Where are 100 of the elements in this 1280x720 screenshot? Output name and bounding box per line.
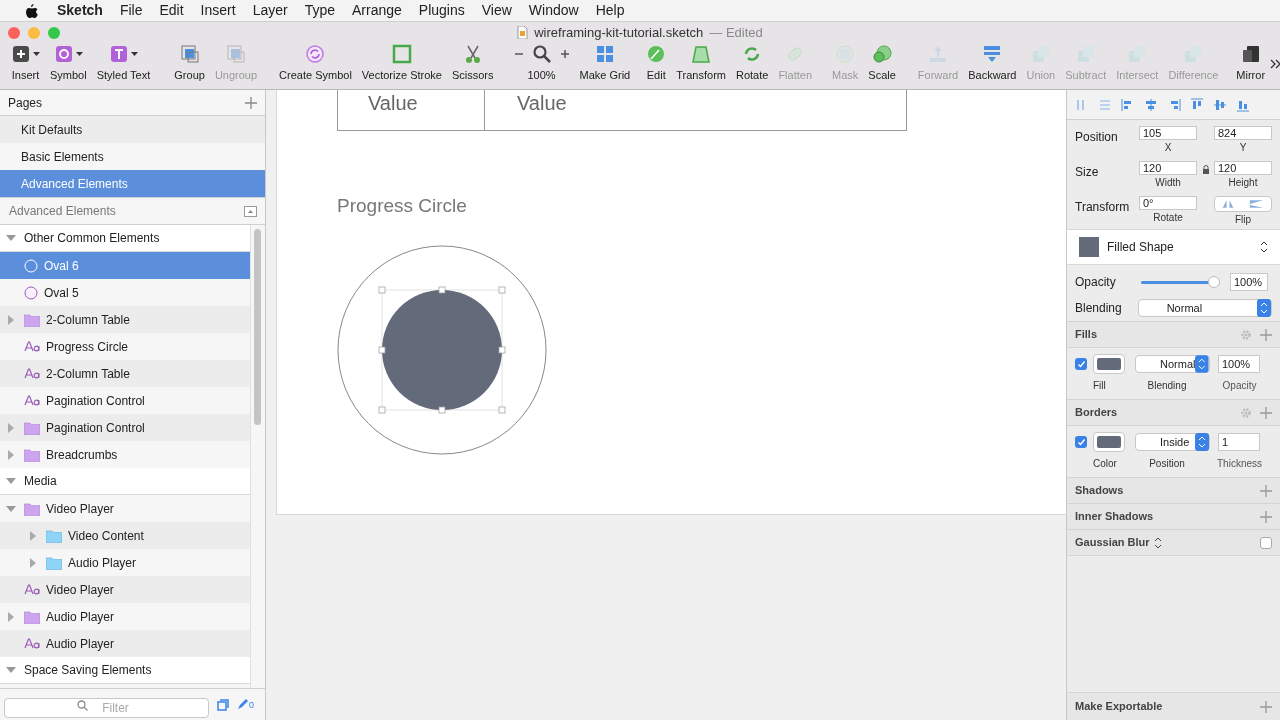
align-icon[interactable]: [1144, 97, 1158, 112]
layer-section[interactable]: Media: [0, 468, 250, 495]
menu-item[interactable]: Plugins: [418, 0, 465, 21]
toolbar-button[interactable]: Edit: [641, 43, 672, 83]
layer-row[interactable]: 2-Column Table: [0, 306, 250, 333]
toolbar-button[interactable]: Scale: [863, 43, 901, 83]
menu-item[interactable]: File: [119, 0, 143, 21]
toolbar-button[interactable]: Vectorize Stroke: [356, 43, 447, 83]
settings-icon[interactable]: [1240, 328, 1252, 341]
scrollbar-thumb[interactable]: [254, 229, 261, 425]
number-field[interactable]: 100%: [1218, 355, 1260, 373]
collapsed-arrow-icon[interactable]: [8, 611, 14, 622]
menu-item[interactable]: Type: [304, 0, 335, 21]
close-button[interactable]: [8, 26, 20, 39]
toolbar-button[interactable]: Transform: [671, 43, 731, 83]
collapsed-arrow-icon[interactable]: [8, 314, 14, 325]
number-field[interactable]: 824: [1214, 126, 1272, 140]
expanded-arrow-icon[interactable]: [6, 505, 16, 512]
zoom-button[interactable]: [48, 26, 60, 39]
select-field[interactable]: Normal: [1135, 355, 1210, 373]
toolbar-button[interactable]: Styled Text: [91, 43, 156, 83]
align-icon[interactable]: [1098, 97, 1112, 112]
align-icon[interactable]: [1190, 97, 1204, 112]
page-item[interactable]: Kit Defaults: [0, 116, 265, 143]
overlap-icon: [1127, 43, 1148, 64]
settings-icon[interactable]: [1240, 406, 1252, 419]
field-caption: Height: [1228, 176, 1258, 190]
field-caption: Blending: [1146, 379, 1188, 393]
menu-item[interactable]: Edit: [159, 0, 184, 21]
select-field[interactable]: Inside: [1135, 433, 1210, 451]
add-icon[interactable]: [1260, 510, 1272, 523]
menu-item[interactable]: View: [481, 0, 512, 21]
toolbar-button[interactable]: Group: [169, 43, 210, 83]
number-field[interactable]: 120: [1214, 161, 1272, 175]
toolbar-button[interactable]: Rotate: [730, 43, 774, 83]
stepper-icon: [1195, 355, 1209, 373]
collapsed-arrow-icon[interactable]: [30, 557, 36, 568]
checkbox[interactable]: [1260, 536, 1272, 549]
slider-thumb[interactable]: [1208, 275, 1220, 288]
trapezoid-icon: [691, 43, 712, 64]
add-icon[interactable]: [1260, 406, 1272, 419]
copy-icon[interactable]: [217, 698, 229, 711]
add-icon[interactable]: [1260, 484, 1272, 497]
layer-section[interactable]: Space Saving Elements: [0, 657, 250, 684]
layer-row[interactable]: Audio Player: [0, 630, 250, 657]
number-field[interactable]: 100%: [1230, 272, 1268, 291]
menu-item[interactable]: Layer: [252, 0, 288, 21]
add-icon[interactable]: [1260, 328, 1272, 341]
document-icon: [517, 26, 529, 40]
more-icon[interactable]: [1270, 59, 1280, 69]
pencil-icon[interactable]: [237, 699, 248, 710]
checkbox[interactable]: [1075, 358, 1087, 370]
layer-row[interactable]: Video Content: [0, 522, 250, 549]
layer-row[interactable]: Video Player: [0, 576, 250, 603]
select-field[interactable]: Normal: [1137, 299, 1272, 317]
filter-field[interactable]: Filter: [4, 697, 209, 718]
stepper-icon: [1257, 299, 1271, 317]
group-icon: [179, 43, 200, 64]
menu-item[interactable]: Help: [595, 0, 625, 21]
number-field[interactable]: 0°: [1139, 196, 1197, 210]
number-field[interactable]: 120: [1139, 161, 1197, 175]
menu-item[interactable]: Window: [528, 0, 579, 21]
section-title: Borders: [1075, 405, 1119, 421]
toolbar-button[interactable]: Create Symbol: [274, 43, 357, 83]
collapsed-arrow-icon[interactable]: [30, 530, 36, 541]
add-icon[interactable]: [1260, 700, 1272, 713]
chevrons-icon[interactable]: [1153, 536, 1162, 549]
menu-item[interactable]: Arrange: [352, 0, 402, 21]
number-field[interactable]: 105: [1139, 126, 1197, 140]
expanded-arrow-icon[interactable]: [6, 667, 16, 673]
app-menu[interactable]: Sketch: [57, 0, 103, 21]
layer-row[interactable]: 2-Column Table: [0, 360, 250, 387]
collapse-icon[interactable]: [244, 205, 257, 217]
add-page-button[interactable]: [245, 96, 257, 109]
style-selector[interactable]: Filled Shape: [1067, 229, 1280, 265]
search-icon: [77, 699, 88, 711]
expanded-arrow-icon[interactable]: [6, 478, 16, 484]
toolbar-button[interactable]: Mirror: [1231, 43, 1271, 83]
toolbar-button[interactable]: Backward: [963, 43, 1022, 83]
zoom-icon: [531, 43, 552, 64]
minimize-button[interactable]: [28, 26, 40, 39]
checkbox[interactable]: [1075, 436, 1087, 448]
number-field[interactable]: 1: [1218, 433, 1260, 451]
toolbar-button[interactable]: Symbol: [45, 43, 92, 83]
zoom-in-icon[interactable]: [559, 48, 570, 59]
toolbar-button[interactable]: Make Grid: [574, 43, 636, 83]
layer-section[interactable]: Other Common Elements: [0, 225, 250, 252]
toolbar-button[interactable]: Scissors: [446, 43, 499, 83]
folder-icon: [24, 609, 40, 624]
expanded-arrow-icon[interactable]: [6, 235, 16, 241]
align-icon[interactable]: [1213, 97, 1227, 112]
toolbar-button[interactable]: 100%: [508, 43, 575, 83]
toolbar-button[interactable]: Insert: [6, 43, 45, 83]
flip-control[interactable]: [1214, 196, 1272, 212]
collapsed-arrow-icon[interactable]: [8, 422, 14, 433]
layer-row[interactable]: Pagination Control: [0, 414, 250, 441]
field-caption: Color: [1092, 457, 1118, 471]
text-layer-icon: [24, 368, 40, 379]
collapsed-arrow-icon[interactable]: [8, 449, 14, 460]
menu-item[interactable]: Insert: [200, 0, 236, 21]
